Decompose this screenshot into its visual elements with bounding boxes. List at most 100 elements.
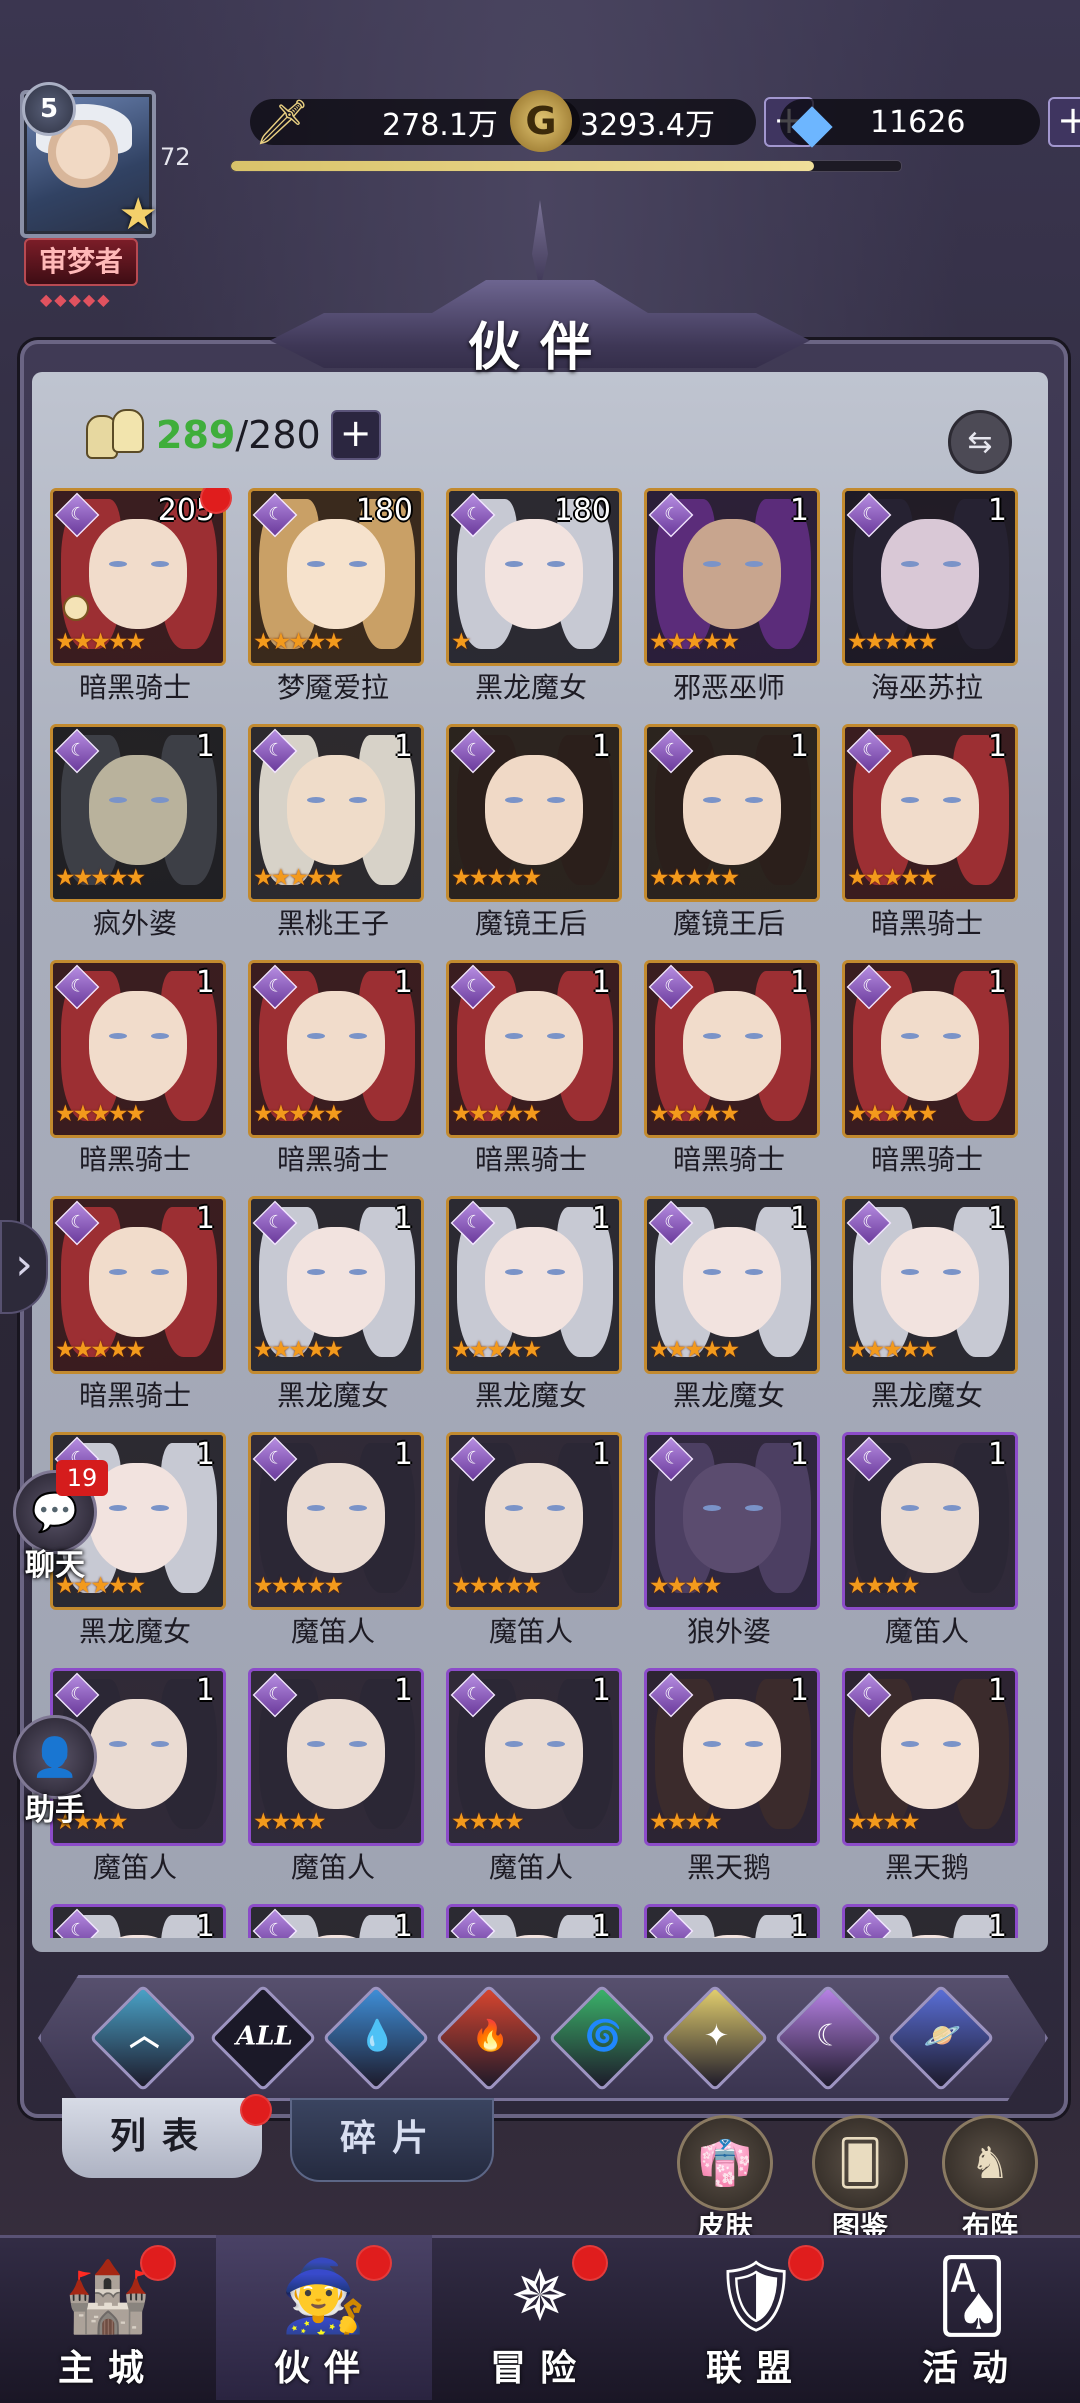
nav-partners[interactable]: 🧙 伙伴 <box>216 2235 432 2400</box>
hero-star-rating: ★★★★ <box>847 1809 921 1835</box>
hero-card[interactable]: ☾ 1 ★★★★★ 邪恶巫师 <box>644 488 820 718</box>
hero-card[interactable]: ☾ 1 ★★★★★ 暗黑骑士 <box>248 960 424 1190</box>
add-gems-button[interactable]: + <box>1048 97 1080 147</box>
formation-button[interactable]: ♞ 布阵 <box>935 2115 1045 2245</box>
hero-card[interactable]: ☾ 180 ★★★★★ 梦魇爱拉 <box>248 488 424 718</box>
hero-star-rating: ★★★★ <box>253 1809 327 1835</box>
nav-home[interactable]: 🏰 主城 <box>0 2235 216 2400</box>
gold-value: 3293.4万 <box>580 108 715 143</box>
hero-card[interactable]: ☾ 180 ★ 黑龙魔女 <box>446 488 622 718</box>
notification-dot <box>572 2245 608 2281</box>
hero-star-rating: ★★★★ <box>847 1573 921 1599</box>
notification-dot <box>356 2245 392 2281</box>
hero-card[interactable]: ☾ 1 ★★★★★ 黑龙魔女 <box>248 1196 424 1426</box>
hero-card[interactable]: ☾ 1 ★★★★★ 黑龙魔女 <box>644 1196 820 1426</box>
hero-star-rating: ★★★★★ <box>55 1101 146 1127</box>
hero-star-rating: ★★★★★ <box>55 629 146 655</box>
hero-card[interactable]: ☾ 1 <box>446 1904 622 1938</box>
hero-card[interactable]: ☾ 1 ★★★★★ 魔笛人 <box>248 1432 424 1662</box>
hero-level: 1 <box>987 729 1007 764</box>
hero-card[interactable]: ☾ 1 ★★★★ 魔笛人 <box>446 1668 622 1898</box>
tab-list-label: 列表 <box>109 2116 214 2157</box>
power-value: 278.1万 <box>382 108 498 143</box>
skin-button[interactable]: 👘 皮肤 <box>670 2115 780 2245</box>
wind-icon: 🌀 <box>584 2018 623 2054</box>
hero-star-rating: ★★★★★ <box>847 1337 938 1363</box>
hero-card[interactable]: ☾ 1 ★★★★ 狼外婆 <box>644 1432 820 1662</box>
hero-name: 暗黑骑士 <box>870 1143 983 1176</box>
hero-portrait: ☾ 1 ★★★★ <box>644 1668 820 1846</box>
hero-level: 1 <box>789 493 809 528</box>
hero-star-rating: ★★★★★ <box>451 1337 542 1363</box>
hero-card[interactable]: ☾ 1 ★★★★★ 黑龙魔女 <box>842 1196 1018 1426</box>
hero-name: 暗黑骑士 <box>870 907 983 940</box>
hero-card[interactable]: ☾ 1 ★★★★★ 魔笛人 <box>446 1432 622 1662</box>
nav-alliance[interactable]: 🛡 联盟 <box>648 2235 864 2400</box>
hero-star-rating: ★★★★ <box>451 1809 525 1835</box>
hero-card[interactable]: ☾ 1 ★★★★★ 黑龙魔女 <box>446 1196 622 1426</box>
hero-name: 黑龙魔女 <box>474 671 587 704</box>
hero-level: 1 <box>789 1201 809 1236</box>
codex-button[interactable]: 🂠 图鉴 <box>805 2115 915 2245</box>
hero-card[interactable]: ☾ 1 ★★★★★ 暗黑骑士 <box>50 960 226 1190</box>
hero-card[interactable]: ☾ 205 ★★★★★ 暗黑骑士 <box>50 488 232 718</box>
sort-toggle-button[interactable]: ⇆ <box>948 410 1012 474</box>
tab-fragments[interactable]: 碎片 <box>290 2098 494 2182</box>
hero-name: 暗黑骑士 <box>276 1143 389 1176</box>
assistant-button[interactable]: 👤 助手 <box>10 1715 100 1829</box>
hero-level: 180 <box>553 493 611 528</box>
hero-star-rating: ★★★★ <box>649 1573 723 1599</box>
hero-card[interactable]: ☾ 1 <box>644 1904 820 1938</box>
hero-card[interactable]: ☾ 1 ★★★★ 黑天鹅 <box>842 1668 1018 1898</box>
hero-card[interactable]: ☾ 1 ★★★★ 黑天鹅 <box>644 1668 820 1898</box>
hero-star-rating: ★★★★★ <box>451 1101 542 1127</box>
hero-card[interactable]: ☾ 1 ★★★★★ 海巫苏拉 <box>842 488 1018 718</box>
hero-card[interactable]: ☾ 1 ★★★★★ 魔镜王后 <box>644 724 820 954</box>
hero-star-rating: ★★★★★ <box>253 1101 344 1127</box>
hero-card[interactable]: ☾ 1 ★★★★★ 疯外婆 <box>50 724 226 954</box>
moon-icon: ☾ <box>815 2018 843 2054</box>
water-drop-icon: 💧 <box>358 2018 397 2054</box>
hero-name: 梦魇爱拉 <box>276 671 389 704</box>
hero-name: 暗黑骑士 <box>78 671 191 704</box>
sword-icon: 🗡 <box>254 97 310 148</box>
nav-adventure[interactable]: ✵ 冒险 <box>432 2235 648 2400</box>
hero-card[interactable]: ☾ 1 ★★★★★ 暗黑骑士 <box>446 960 622 1190</box>
chat-button[interactable]: 💬 19 聊天 <box>10 1460 108 1584</box>
hero-card[interactable]: ☾ 1 ★★★★★ 暗黑骑士 <box>842 724 1018 954</box>
hero-card[interactable]: ☾ 1 ★★★★★ 暗黑骑士 <box>50 1196 226 1426</box>
hero-portrait: ☾ 1 ★★★★★ <box>248 724 424 902</box>
hero-card[interactable]: ☾ 1 ★★★★ 魔笛人 <box>248 1668 424 1898</box>
hero-name: 暗黑骑士 <box>672 1143 785 1176</box>
hero-star-rating: ★★★★★ <box>253 629 344 655</box>
hero-name: 魔笛人 <box>884 1615 969 1648</box>
nav-label: 活动 <box>921 2348 1022 2389</box>
hero-card[interactable]: ☾ 1 ★★★★ 魔笛人 <box>842 1432 1018 1662</box>
player-title[interactable]: 审梦者 <box>24 238 138 286</box>
tab-list[interactable]: 列表 <box>62 2094 272 2178</box>
hero-level: 1 <box>987 1909 1007 1938</box>
hero-card[interactable]: ☾ 1 ★★★★★ 魔镜王后 <box>446 724 622 954</box>
hero-card[interactable]: ☾ 1 <box>842 1904 1018 1938</box>
notification-dot <box>140 2245 176 2281</box>
hero-name: 黑桃王子 <box>276 907 389 940</box>
notification-dot <box>200 488 232 514</box>
hero-level: 1 <box>591 729 611 764</box>
nav-events[interactable]: 🂡 活动 <box>864 2235 1080 2400</box>
gold-display: G 3293.4万 + <box>510 90 814 152</box>
hero-card[interactable]: ☾ 1 ★★★★★ 暗黑骑士 <box>644 960 820 1190</box>
hero-card[interactable]: ☾ 1 ★★★★★ 黑桃王子 <box>248 724 424 954</box>
planet-icon: 🪐 <box>923 2018 962 2054</box>
expand-capacity-button[interactable]: + <box>330 410 381 460</box>
hero-star-rating: ★★★★★ <box>649 1337 740 1363</box>
hero-card[interactable]: ☾ 1 <box>50 1904 226 1938</box>
hero-grid: ☾ 205 ★★★★★ 暗黑骑士 ☾ 180 ★★★★★ 梦魇爱拉 ☾ 180 … <box>50 488 1030 1938</box>
lock-icon <box>63 595 89 621</box>
hero-level: 180 <box>355 493 413 528</box>
hero-star-rating: ★★★★★ <box>55 1337 146 1363</box>
hero-level: 1 <box>591 1437 611 1472</box>
hero-level: 1 <box>789 965 809 1000</box>
hero-card[interactable]: ☾ 1 ★★★★★ 暗黑骑士 <box>842 960 1018 1190</box>
partner-count: 289 / 280 + <box>82 400 381 470</box>
hero-card[interactable]: ☾ 1 <box>248 1904 424 1938</box>
